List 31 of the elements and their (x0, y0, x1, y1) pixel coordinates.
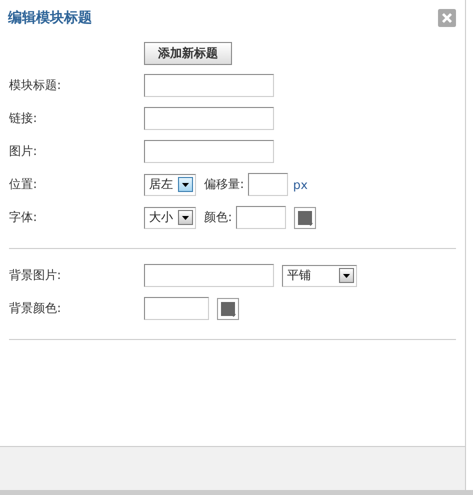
caret-icon (182, 216, 189, 220)
color-picker-button[interactable] (217, 298, 239, 320)
field-label: 背景颜色: (9, 300, 62, 317)
input-field[interactable] (144, 107, 274, 130)
field-label: 偏移量: (204, 176, 244, 193)
input-field[interactable] (144, 74, 274, 97)
field-label: 颜色: (204, 209, 232, 226)
caret-icon (308, 222, 314, 226)
field-label: 模块标题: (9, 77, 62, 94)
dropdown[interactable]: 平铺 (282, 264, 357, 286)
field-label: 字体: (9, 209, 38, 226)
caret-icon (343, 274, 350, 278)
input-field[interactable] (144, 140, 274, 163)
field-label: 位置: (9, 176, 38, 193)
field-label: 背景图片: (9, 267, 62, 284)
unit-label: px (293, 178, 308, 192)
field-label: 链接: (9, 110, 38, 127)
dialog-title: 编辑模块标题 (8, 9, 92, 27)
caret-icon (231, 314, 236, 316)
dropdown[interactable]: 居左 (144, 174, 196, 196)
add-title-button[interactable]: 添加新标题 (144, 42, 232, 65)
input-field[interactable] (248, 173, 288, 196)
caret-icon (182, 182, 189, 186)
input-field[interactable] (144, 264, 274, 287)
close-button[interactable] (438, 9, 456, 27)
close-icon (442, 13, 452, 23)
input-field[interactable] (144, 297, 209, 320)
input-field[interactable] (236, 206, 286, 229)
field-label: 图片: (9, 143, 38, 160)
dropdown[interactable]: 大小 (144, 206, 196, 228)
color-picker-button[interactable] (294, 206, 316, 228)
